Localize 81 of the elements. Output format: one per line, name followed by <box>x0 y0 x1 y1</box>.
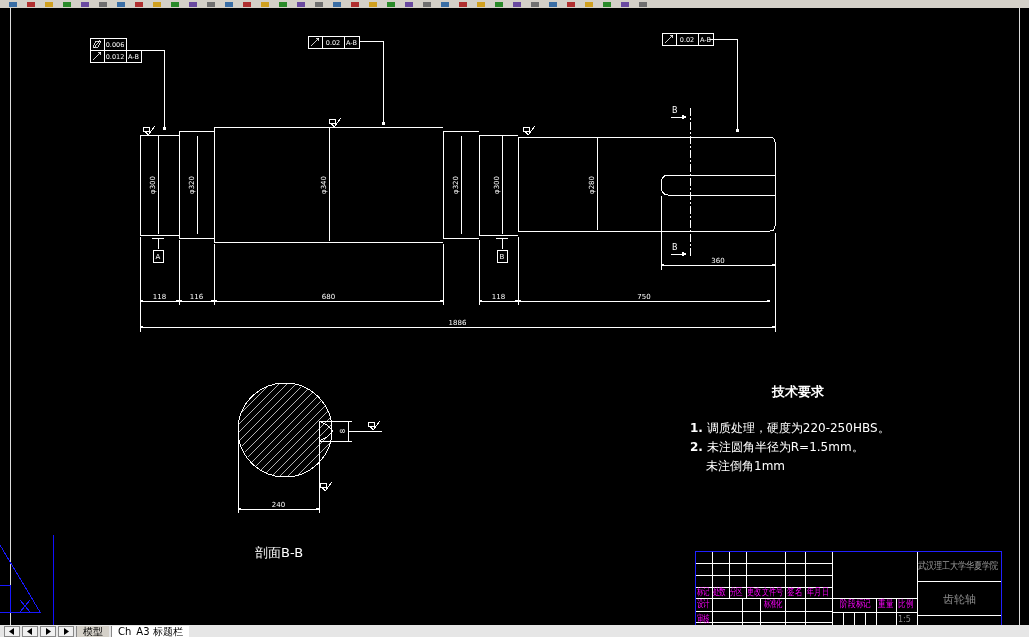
left-arrow-icon <box>26 627 34 635</box>
roughness-symbol-icon <box>328 117 342 128</box>
toolbar-button[interactable] <box>78 0 92 8</box>
requirement-text: 2. 未注圆角半径为R=1.5mm。 <box>690 440 864 454</box>
runout-icon <box>92 51 102 61</box>
title-block-label: 标记 <box>697 585 710 598</box>
datum-symbol-icon <box>495 237 509 250</box>
layout-tab[interactable]: Ch_A3 标题栏 <box>111 625 189 637</box>
toolbar-button[interactable] <box>312 0 326 8</box>
school-name: 武汉理工大学华夏学院 <box>918 560 999 572</box>
right-arrow-icon <box>62 627 70 635</box>
toolbar-button[interactable] <box>222 0 236 8</box>
roughness-symbol-icon <box>319 481 333 492</box>
title-block-label: 比例 <box>898 597 914 610</box>
title-block-label: 年月日 <box>807 585 829 598</box>
requirements-title: 技术要求 <box>772 384 824 399</box>
toolbar-button[interactable] <box>456 0 470 8</box>
tolerance-frame <box>89 37 127 51</box>
toolbar-button[interactable] <box>402 0 416 8</box>
toolbar-button[interactable] <box>348 0 362 8</box>
title-block-label: 阶段标记 <box>840 598 872 610</box>
requirement-text: 未注倒角1mm <box>706 459 785 473</box>
section-mark: B <box>672 106 678 115</box>
toolbar-button[interactable] <box>618 0 632 8</box>
title-block-label: 签名 <box>787 585 803 598</box>
triangle-drawing <box>0 544 41 613</box>
toolbar-button[interactable] <box>240 0 254 8</box>
scale-value: 1:5 <box>898 615 911 624</box>
toolbar-button[interactable] <box>510 0 524 8</box>
toolbar-button[interactable] <box>636 0 650 8</box>
toolbar-button[interactable] <box>114 0 128 8</box>
title-block-label: 分区 <box>730 585 743 598</box>
toolbar-button[interactable] <box>438 0 452 8</box>
title-block-label: 设计 <box>697 597 710 610</box>
title-block-label: 审核 <box>697 612 710 625</box>
tab-scroll-button[interactable] <box>58 625 74 637</box>
toolbar-button[interactable] <box>564 0 578 8</box>
section-arrow-icon <box>670 114 687 120</box>
toolbar-button[interactable] <box>528 0 542 8</box>
toolbar-button[interactable] <box>186 0 200 8</box>
title-block-label: 更改文件号 <box>747 585 784 598</box>
section-mark: B <box>672 243 678 252</box>
layout-tab[interactable]: 模型 <box>76 625 109 637</box>
runout-icon <box>664 34 674 44</box>
roughness-symbol-icon <box>522 125 536 136</box>
section-title: 剖面B-B <box>255 545 304 560</box>
runout-icon <box>310 37 320 47</box>
tab-scroll-button[interactable] <box>40 625 56 637</box>
toolbar-button[interactable] <box>168 0 182 8</box>
dimension-line <box>347 420 383 442</box>
toolbar-button[interactable] <box>546 0 560 8</box>
toolbar-button[interactable] <box>420 0 434 8</box>
roughness-symbol-icon <box>142 125 156 136</box>
tab-scroll-button[interactable] <box>22 625 38 637</box>
roughness-symbol-icon <box>367 420 381 431</box>
section-arrow-icon <box>670 251 687 257</box>
toolbar-button[interactable] <box>600 0 614 8</box>
tolerance-frame <box>307 35 360 49</box>
toolbar-button[interactable] <box>60 0 74 8</box>
toolbar-button[interactable] <box>492 0 506 8</box>
left-arrow-icon <box>8 627 16 635</box>
toolbar-button[interactable] <box>96 0 110 8</box>
title-block-label: 处数 <box>713 585 726 598</box>
toolbar-button[interactable] <box>6 0 20 8</box>
datum-symbol-icon <box>151 237 165 250</box>
right-arrow-icon <box>44 627 52 635</box>
toolbar-button[interactable] <box>330 0 344 8</box>
toolbar-button[interactable] <box>132 0 146 8</box>
toolbar-button[interactable] <box>24 0 38 8</box>
toolbar-button[interactable] <box>294 0 308 8</box>
flatness-icon <box>92 39 102 49</box>
title-block-label: 标准化 <box>764 597 783 610</box>
tolerance-frame <box>661 32 714 46</box>
requirement-text: 1. 调质处理，硬度为220-250HBS。 <box>690 421 890 435</box>
toolbar-button[interactable] <box>384 0 398 8</box>
tab-scroll-button[interactable] <box>4 625 20 637</box>
toolbar-button[interactable] <box>204 0 218 8</box>
tolerance-frame <box>89 49 142 63</box>
part-name: 齿轮轴 <box>943 593 976 606</box>
title-block-label: 重量 <box>878 597 894 610</box>
toolbar-button[interactable] <box>276 0 290 8</box>
